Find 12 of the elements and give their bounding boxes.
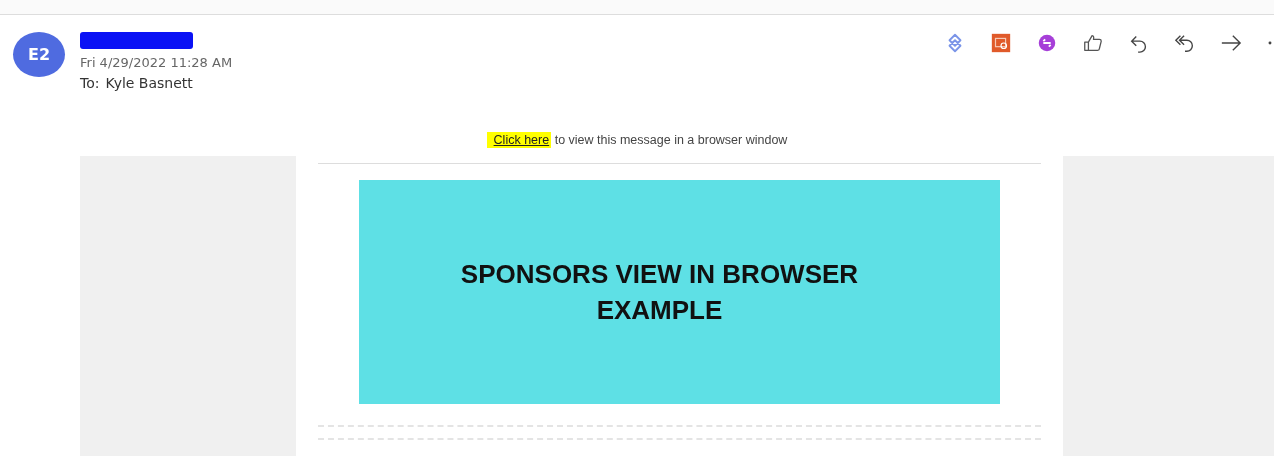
to-label: To:: [80, 75, 100, 91]
recipient-name: Kyle Basnett: [105, 75, 193, 91]
reply-all-icon[interactable]: [1174, 32, 1196, 54]
banner-heading: SPONSORS VIEW IN BROWSER EXAMPLE: [459, 258, 860, 327]
avatar: E2: [13, 32, 65, 77]
click-here-link[interactable]: Click here: [486, 132, 552, 148]
editor-icon[interactable]: [1036, 32, 1058, 54]
sent-date: Fri 4/29/2022 11:28 AM: [80, 55, 233, 70]
calendar-icon[interactable]: [990, 32, 1012, 54]
like-icon[interactable]: [1082, 32, 1104, 54]
browser-view-notice: Click here to view this message in a browser window: [0, 131, 1274, 149]
forward-icon[interactable]: [1220, 32, 1242, 54]
